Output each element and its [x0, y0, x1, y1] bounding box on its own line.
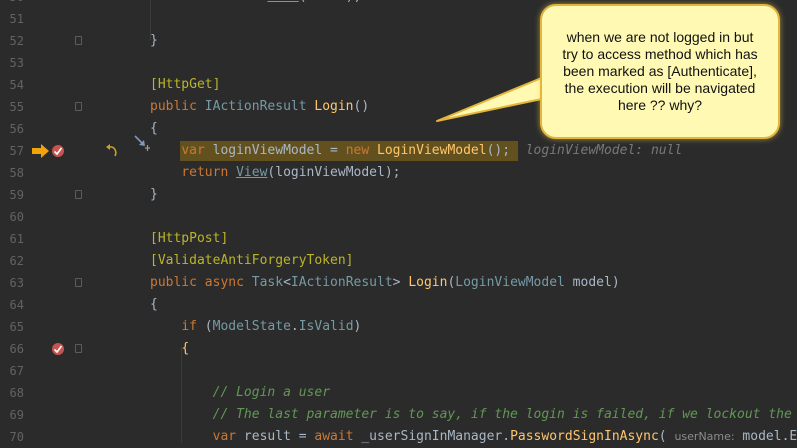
callout-bubble: when we are not logged in but try to acc…: [540, 4, 780, 139]
callout-text: when we are not logged in but try to acc…: [562, 29, 758, 113]
